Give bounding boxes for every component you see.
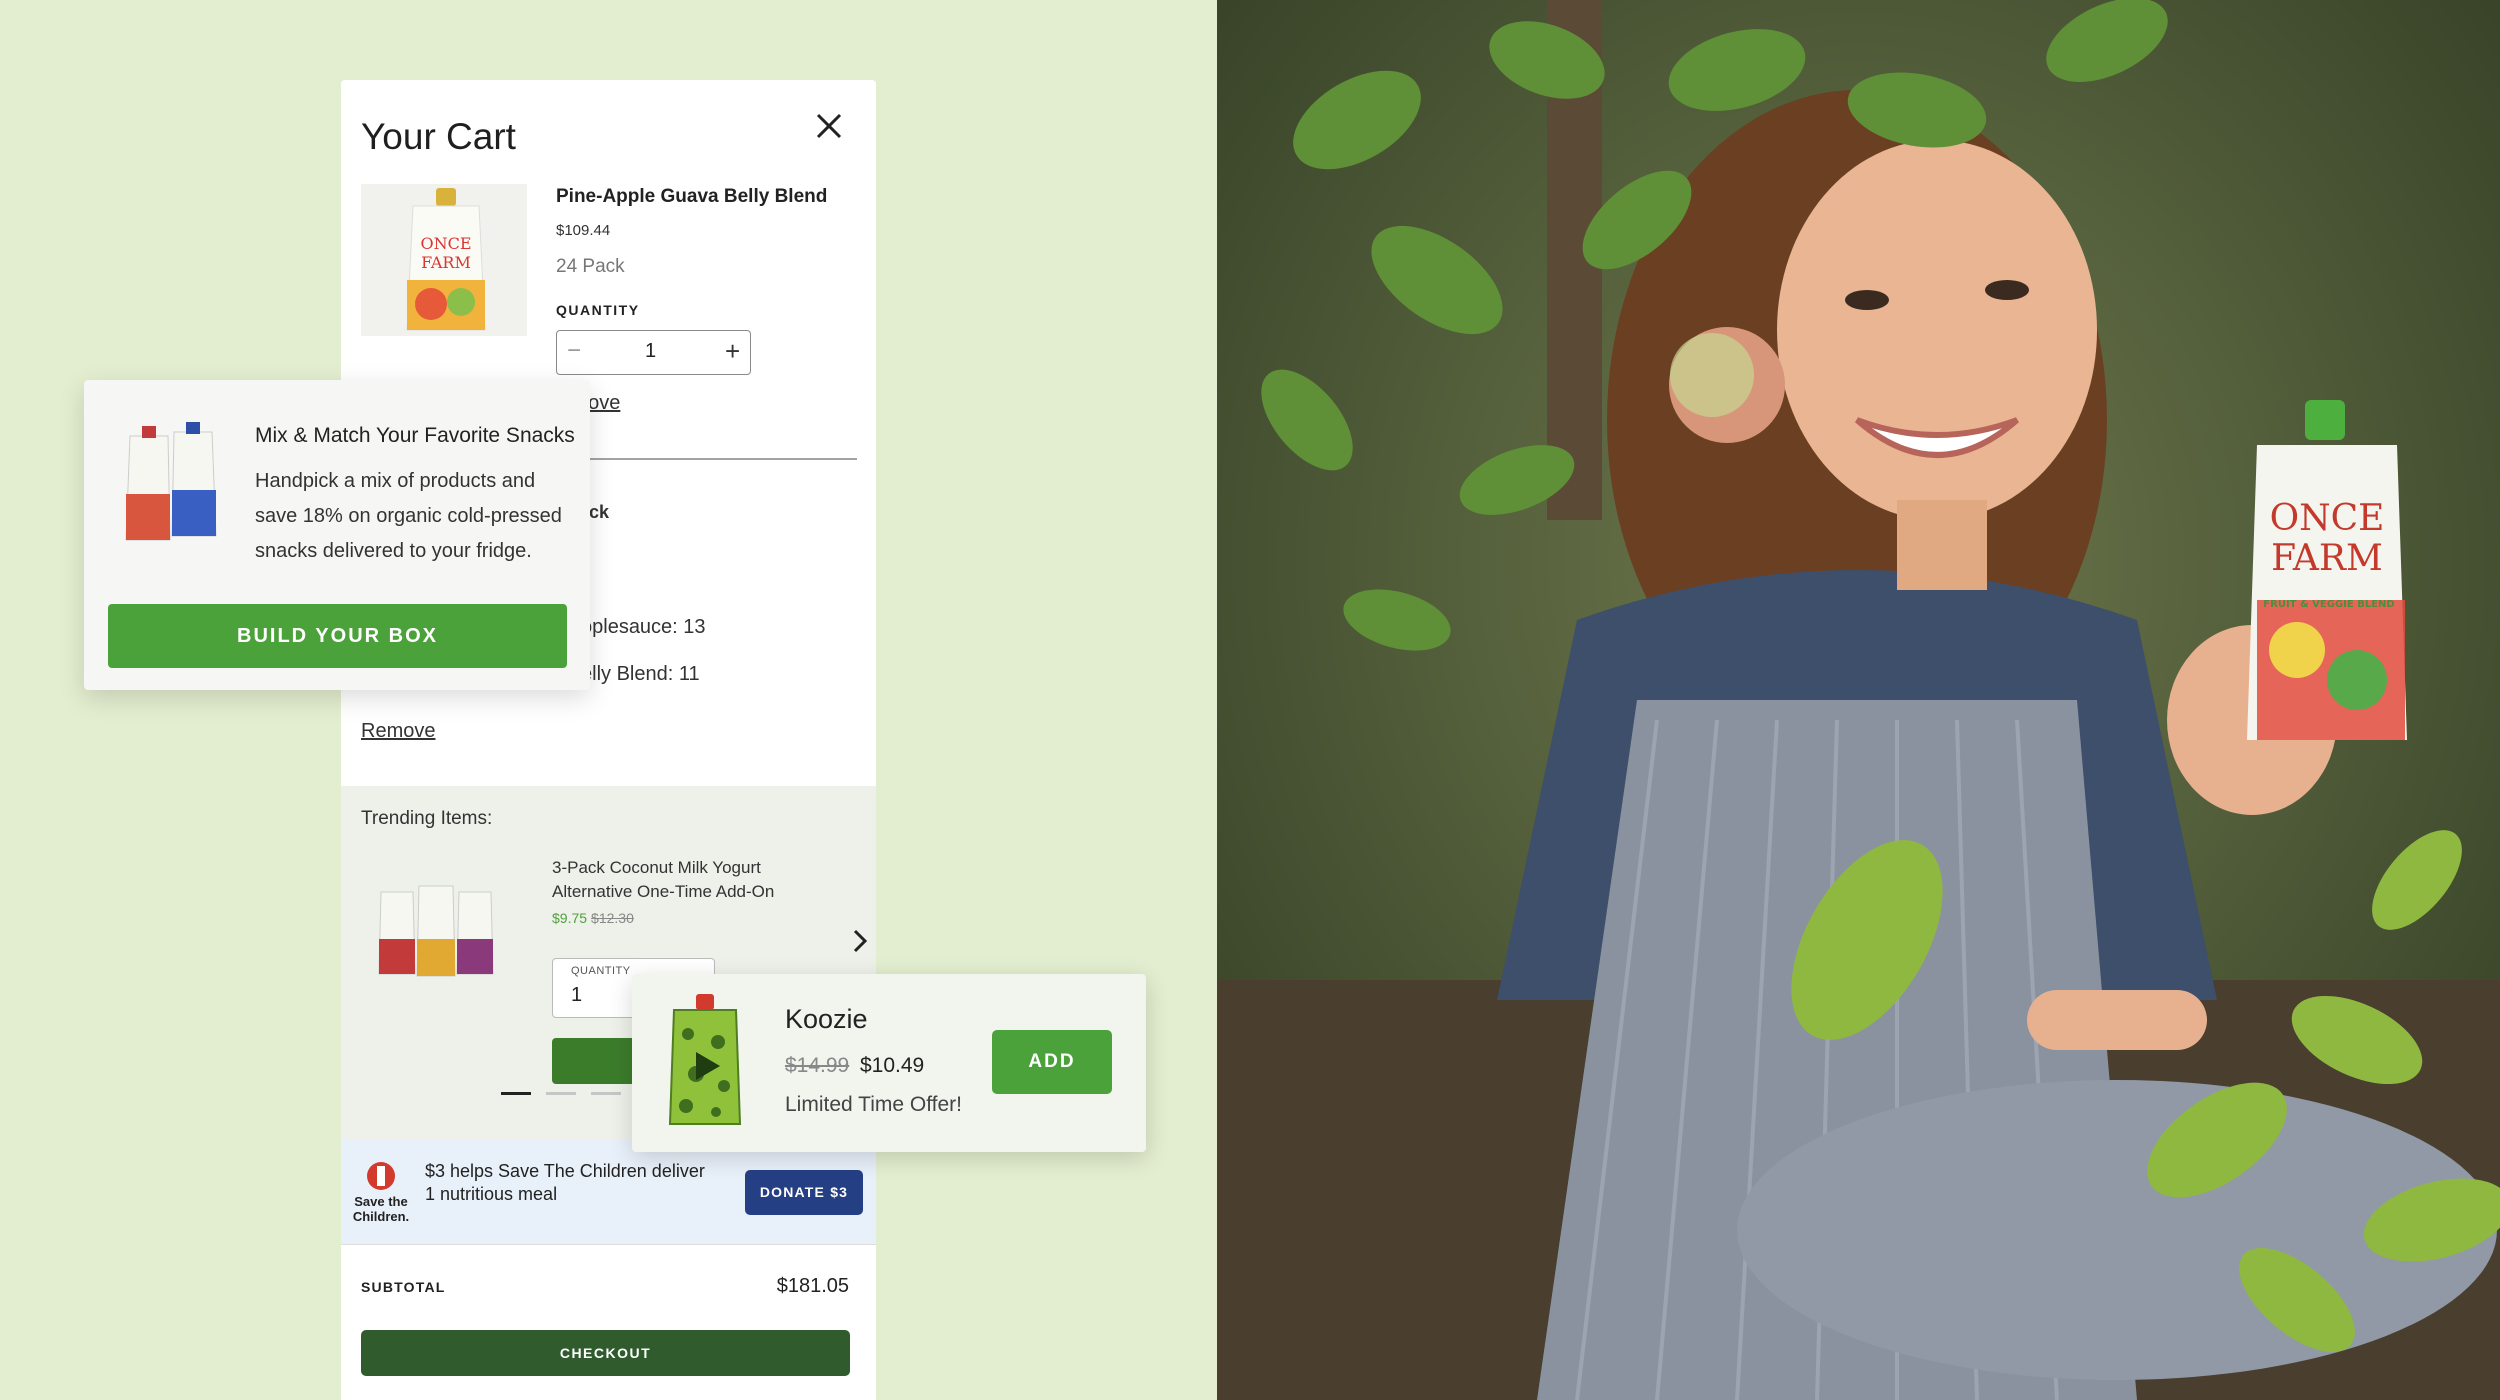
quantity-value[interactable]: 1 — [645, 340, 656, 363]
plus-icon[interactable]: + — [725, 336, 740, 367]
donation-row: Save the Children. $3 helps Save The Chi… — [341, 1140, 876, 1244]
mix-match-body: Handpick a mix of products and save 18% … — [255, 470, 562, 562]
svg-text:FARM: FARM — [421, 253, 471, 272]
koozie-image — [666, 994, 744, 1128]
carousel-dot[interactable] — [501, 1092, 531, 1095]
cart-drawer: Your Cart ONCE FARM Pine-Apple Guava Bel… — [341, 80, 876, 1400]
subtotal-label: SUBTOTAL — [361, 1279, 446, 1295]
remove-link[interactable]: Remove — [361, 720, 435, 743]
koozie-price-old: $14.99 — [785, 1054, 850, 1077]
svg-text:Children.: Children. — [353, 1209, 409, 1224]
trending-product-image[interactable] — [371, 874, 501, 984]
koozie-upsell-card: Koozie $14.99 $10.49 Limited Time Offer!… — [632, 974, 1146, 1152]
cart-title: Your Cart — [361, 116, 516, 157]
product-price: $109.44 — [556, 222, 611, 239]
koozie-offer-note: Limited Time Offer! — [785, 1093, 963, 1116]
carousel-next-button[interactable] — [849, 926, 871, 956]
donate-button[interactable]: DONATE $3 — [745, 1170, 863, 1215]
product-image[interactable]: ONCE FARM — [361, 184, 527, 336]
trending-quantity-value[interactable]: 1 — [571, 984, 582, 1007]
mix-match-image — [116, 422, 226, 550]
trending-quantity-label: QUANTITY — [571, 965, 631, 977]
hero-photo: ONCE FARM FRUIT & VEGGIE BLEND — [1217, 0, 2500, 1400]
subtotal-row: SUBTOTAL $181.05 CHECKOUT — [341, 1244, 876, 1400]
koozie-add-button[interactable]: ADD — [992, 1030, 1112, 1094]
subtotal-value: $181.05 — [776, 1275, 849, 1297]
trending-title: Trending Items: — [361, 808, 493, 829]
trending-product-name[interactable]: 3-Pack Coconut Milk Yogurt Alternative O… — [552, 856, 812, 904]
quantity-stepper[interactable]: − 1 + — [556, 330, 751, 375]
close-icon — [816, 113, 842, 139]
quantity-label: QUANTITY — [556, 302, 640, 318]
mix-match-title: Mix & Match Your Favorite Snacks — [255, 424, 575, 447]
carousel-dot[interactable] — [591, 1092, 621, 1095]
product-name[interactable]: Pine-Apple Guava Belly Blend — [556, 186, 827, 208]
box-line-belly-blend: elly Blend: 11 — [581, 663, 700, 685]
svg-text:Save the: Save the — [354, 1194, 407, 1209]
pouch-brand-1: ONCE — [2270, 498, 2385, 539]
pouch-brand-2: FARM — [2271, 538, 2383, 579]
koozie-price-new: $10.49 — [860, 1054, 925, 1077]
donation-text: $3 helps Save The Children deliver 1 nut… — [425, 1161, 705, 1204]
close-cart-button[interactable] — [809, 106, 849, 146]
pouch-subtitle: FRUIT & VEGGIE BLEND — [2263, 599, 2394, 610]
pouch-illustration: ONCE FARM FRUIT & VEGGIE BLEND — [2247, 400, 2407, 740]
box-line-applesauce: oplesauce: 13 — [581, 616, 706, 638]
koozie-title: Koozie — [785, 1004, 868, 1034]
svg-text:ONCE: ONCE — [420, 234, 471, 253]
product-pack-size: 24 Pack — [556, 256, 625, 277]
chevron-right-icon — [853, 929, 868, 953]
save-the-children-logo: Save the Children. — [349, 1158, 413, 1228]
trending-price-new: $9.75 — [552, 910, 588, 926]
mix-match-card: Mix & Match Your Favorite Snacks Handpic… — [84, 380, 590, 690]
trending-price: $9.75 $12.30 — [552, 910, 634, 926]
checkout-button[interactable]: CHECKOUT — [361, 1330, 850, 1376]
minus-icon[interactable]: − — [567, 337, 581, 365]
trending-price-old: $12.30 — [591, 910, 634, 926]
carousel-dot[interactable] — [546, 1092, 576, 1095]
build-your-box-button[interactable]: BUILD YOUR BOX — [108, 604, 567, 668]
